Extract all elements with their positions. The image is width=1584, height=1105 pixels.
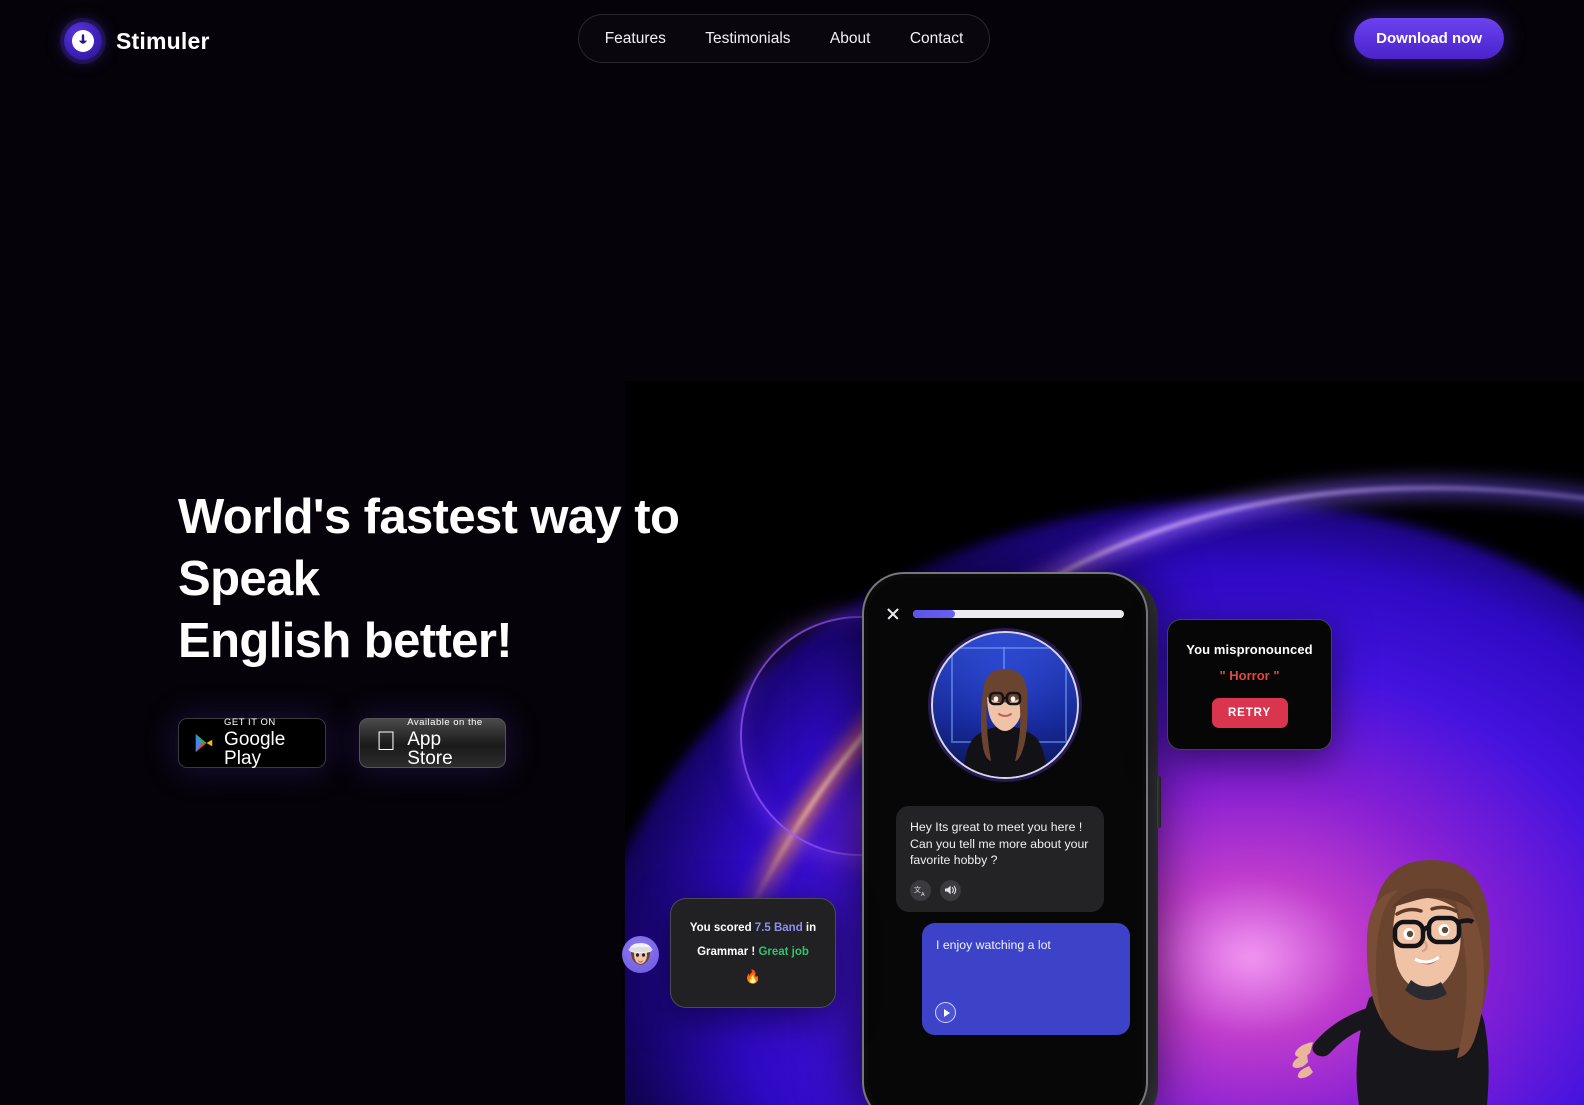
translate-icon[interactable]: 文 A [910, 879, 931, 901]
hero-title-line-1: World's fastest way to Speak [178, 490, 680, 606]
google-play-icon [195, 733, 213, 753]
play-triangle-icon [943, 1008, 950, 1017]
download-now-button[interactable]: Download now [1354, 18, 1504, 59]
phone-screen: Hey Its great to meet you here ! Can you… [868, 578, 1142, 1105]
store-badges: GET IT ON Google Play  Available on the… [178, 718, 818, 768]
user-message-bubble: I enjoy watching a lot [922, 923, 1130, 1035]
app-store-badge-label: App Store [387, 730, 472, 768]
speaker-glyph-icon [945, 885, 957, 895]
app-store-badge[interactable]:  Available on the App Store [359, 718, 506, 768]
lesson-progress-fill [913, 610, 956, 618]
nav-link-testimonials[interactable]: Testimonials [695, 24, 800, 54]
tutor-video-avatar [931, 631, 1079, 779]
score-prefix: You scored [689, 921, 755, 934]
score-line-1: You scored 7.5 Band in [690, 922, 816, 934]
speaker-icon[interactable] [940, 879, 961, 901]
nav-links-pill: Features Testimonials About Contact [578, 14, 990, 63]
brand-logo[interactable]: Stimuler [64, 22, 210, 60]
close-icon[interactable] [886, 607, 900, 621]
page-title: World's fastest way to Speak English bet… [178, 486, 818, 672]
logo-glyph-icon [79, 34, 87, 44]
apple-logo-icon:  [376, 727, 396, 755]
brand-name: Stimuler [116, 27, 210, 54]
score-praise: Great job [758, 945, 809, 958]
mispronounced-card: You mispronounced " Horror " RETRY [1167, 619, 1332, 750]
mispronounced-word: " Horror " [1219, 667, 1280, 683]
phone-side-button [1157, 776, 1161, 828]
lesson-topbar [868, 602, 1142, 626]
landing-page: Stimuler Features Testimonials About Con… [0, 0, 1584, 1105]
nav-link-about[interactable]: About [820, 24, 881, 54]
score-suffix: in [802, 921, 817, 934]
google-play-badge-label: Google Play [224, 729, 286, 770]
nav-link-features[interactable]: Features [595, 24, 676, 54]
phone-mockup: Hey Its great to meet you here ! Can you… [862, 572, 1161, 1105]
google-play-badge[interactable]: GET IT ON Google Play [178, 718, 326, 768]
hero-title-line-2: English better! [178, 614, 513, 668]
nav-link-contact[interactable]: Contact [900, 24, 973, 54]
hero-copy: World's fastest way to Speak English bet… [178, 486, 818, 768]
bot-message-actions: 文 A [910, 879, 1090, 901]
phone-body: Hey Its great to meet you here ! Can you… [862, 572, 1148, 1105]
user-message-text: I enjoy watching a lot [936, 938, 1051, 952]
google-play-badge-small: GET IT ON [224, 716, 276, 728]
bot-message-text: Hey Its great to meet you here ! Can you… [910, 820, 1089, 867]
svg-text:A: A [921, 892, 925, 897]
app-store-badge-small: Available on the [387, 718, 482, 738]
tutor-avatar-figure [963, 669, 1047, 777]
flame-icon: 🔥 [744, 968, 762, 984]
user-avatar-figure [628, 943, 653, 965]
user-avatar [622, 936, 659, 973]
mispronounced-title: You mispronounced [1186, 641, 1313, 657]
top-navigation: Stimuler Features Testimonials About Con… [0, 0, 1584, 78]
score-band-value: 7.5 Band [754, 921, 803, 934]
lesson-progress-bar [913, 610, 1124, 618]
retry-button[interactable]: RETRY [1211, 697, 1288, 728]
bot-message-bubble: Hey Its great to meet you here ! Can you… [896, 806, 1104, 912]
score-line-2: Grammar ! Great job [697, 946, 809, 958]
svg-text:文: 文 [914, 885, 921, 894]
stimuler-logo-icon [64, 22, 102, 60]
score-skill: Grammar ! [697, 945, 759, 958]
play-icon[interactable] [935, 1002, 956, 1023]
translate-glyph-icon: 文 A [914, 885, 925, 897]
score-card: You scored 7.5 Band in Grammar ! Great j… [670, 898, 836, 1008]
hero-avatar-illustration [1277, 830, 1562, 1105]
